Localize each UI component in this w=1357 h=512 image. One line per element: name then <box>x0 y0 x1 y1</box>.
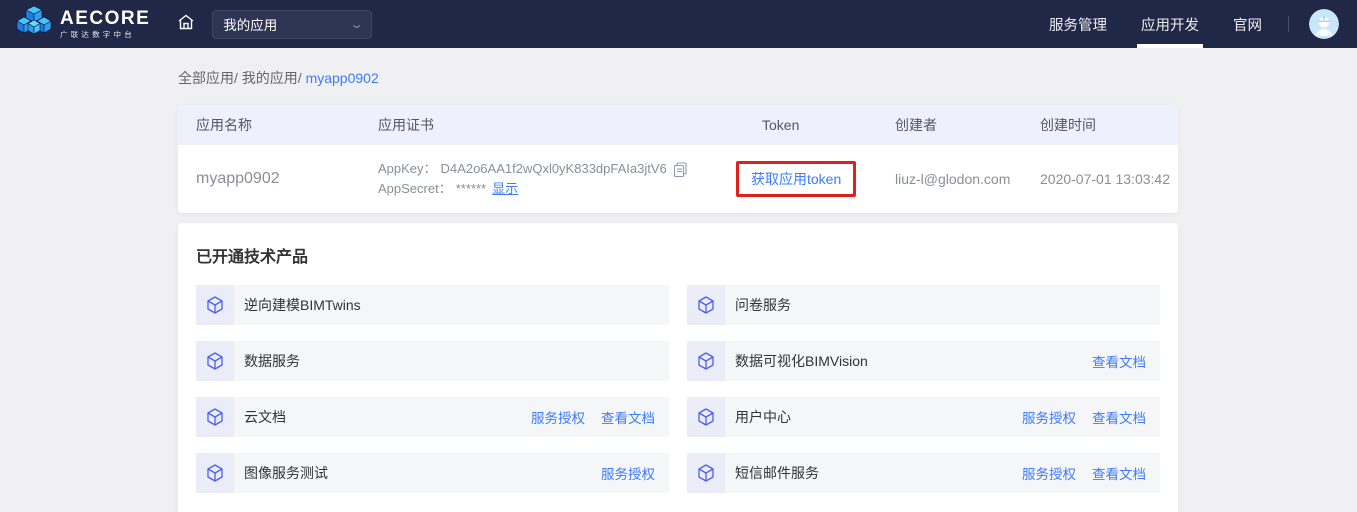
product-item-image-service-test[interactable]: 图像服务测试 服务授权 <box>196 453 669 493</box>
nav-item-service-mgmt[interactable]: 服务管理 <box>1049 0 1107 48</box>
logo-subtitle: 广联达数字中台 <box>60 31 150 39</box>
app-select-dropdown[interactable]: 我的应用 ⌄ <box>212 10 372 39</box>
cube-icon <box>687 285 725 325</box>
chevron-down-icon: ⌄ <box>349 18 364 31</box>
logo-title: AECORE <box>60 9 150 28</box>
product-name: 云文档 <box>244 407 286 427</box>
nav-item-app-dev[interactable]: 应用开发 <box>1141 0 1199 48</box>
appkey-label: AppKey： <box>378 159 437 179</box>
appkey-value: D4A2o6AA1f2wQxl0yK833dpFAIa3jtV6 <box>441 159 667 179</box>
cube-icon <box>687 453 725 493</box>
view-docs-link[interactable]: 查看文档 <box>601 407 655 427</box>
breadcrumb-current-app: myapp0902 <box>306 70 379 86</box>
breadcrumb-all-apps[interactable]: 全部应用/ <box>178 70 238 86</box>
cube-icon <box>687 397 725 437</box>
created-time-value: 2020-07-01 13:03:42 <box>1040 171 1178 187</box>
creator-value: liuz-l@glodon.com <box>895 171 1040 187</box>
appsecret-label: AppSecret： <box>378 179 452 199</box>
col-header-app-cert: 应用证书 <box>378 115 762 135</box>
logo-cubes-icon <box>16 5 52 44</box>
home-button[interactable] <box>176 12 196 37</box>
nav-item-official-site[interactable]: 官网 <box>1233 0 1262 48</box>
product-item-user-center[interactable]: 用户中心 服务授权 查看文档 <box>687 397 1160 437</box>
nav-menu: 服务管理 应用开发 官网 <box>1015 0 1339 48</box>
product-name: 数据可视化BIMVision <box>735 351 868 371</box>
product-name: 问卷服务 <box>735 295 791 315</box>
view-docs-link[interactable]: 查看文档 <box>1092 407 1146 427</box>
table-header: 应用名称 应用证书 Token 创建者 创建时间 <box>178 105 1178 145</box>
enabled-products-card: 已开通技术产品 逆向建模BIMTwins 问卷服务 数据服务 数据可视化BIMV… <box>178 223 1178 512</box>
service-auth-link[interactable]: 服务授权 <box>531 407 585 427</box>
breadcrumb: 全部应用/ 我的应用/ myapp0902 <box>178 68 1178 88</box>
app-select-value: 我的应用 <box>223 14 277 34</box>
token-cell: 获取应用token <box>736 161 895 197</box>
col-header-creator: 创建者 <box>895 115 1040 135</box>
main-content: 全部应用/ 我的应用/ myapp0902 应用名称 应用证书 Token 创建… <box>178 68 1178 512</box>
app-info-card: 应用名称 应用证书 Token 创建者 创建时间 myapp0902 AppKe… <box>178 105 1178 213</box>
cube-icon <box>196 397 234 437</box>
cube-icon <box>687 341 725 381</box>
red-highlight-box: 获取应用token <box>736 161 856 197</box>
product-item-sms-email[interactable]: 短信邮件服务 服务授权 查看文档 <box>687 453 1160 493</box>
product-item-data-service[interactable]: 数据服务 <box>196 341 669 381</box>
product-item-bimtwins[interactable]: 逆向建模BIMTwins <box>196 285 669 325</box>
product-name: 数据服务 <box>244 351 300 371</box>
product-name: 逆向建模BIMTwins <box>244 295 361 315</box>
products-grid: 逆向建模BIMTwins 问卷服务 数据服务 数据可视化BIMVision 查看… <box>196 285 1160 493</box>
copy-icon[interactable] <box>673 162 687 177</box>
product-item-survey[interactable]: 问卷服务 <box>687 285 1160 325</box>
product-name: 短信邮件服务 <box>735 463 819 483</box>
service-auth-link[interactable]: 服务授权 <box>601 463 655 483</box>
section-title: 已开通技术产品 <box>196 243 1160 267</box>
col-header-app-name: 应用名称 <box>196 115 378 135</box>
cube-icon <box>196 341 234 381</box>
home-icon <box>176 12 196 37</box>
view-docs-link[interactable]: 查看文档 <box>1092 463 1146 483</box>
user-avatar[interactable] <box>1309 9 1339 39</box>
app-cert-cell: AppKey：D4A2o6AA1f2wQxl0yK833dpFAIa3jtV6 … <box>378 159 762 199</box>
cube-icon <box>196 285 234 325</box>
product-item-bimvision[interactable]: 数据可视化BIMVision 查看文档 <box>687 341 1160 381</box>
nav-separator <box>1288 16 1289 32</box>
show-secret-link[interactable]: 显示 <box>492 179 518 199</box>
brand-logo[interactable]: AECORE 广联达数字中台 <box>16 5 150 44</box>
product-name: 用户中心 <box>735 407 791 427</box>
breadcrumb-my-apps[interactable]: 我的应用/ <box>242 70 302 86</box>
cube-icon <box>196 453 234 493</box>
col-header-created-time: 创建时间 <box>1040 115 1178 135</box>
col-header-token: Token <box>762 117 895 133</box>
get-app-token-link[interactable]: 获取应用token <box>751 171 841 187</box>
top-navbar: AECORE 广联达数字中台 我的应用 ⌄ 服务管理 应用开发 官网 <box>0 0 1357 48</box>
service-auth-link[interactable]: 服务授权 <box>1022 463 1076 483</box>
table-row: myapp0902 AppKey：D4A2o6AA1f2wQxl0yK833dp… <box>178 145 1178 213</box>
service-auth-link[interactable]: 服务授权 <box>1022 407 1076 427</box>
product-item-cloud-doc[interactable]: 云文档 服务授权 查看文档 <box>196 397 669 437</box>
appsecret-value: ****** <box>456 179 486 199</box>
app-name-value: myapp0902 <box>196 170 378 188</box>
view-docs-link[interactable]: 查看文档 <box>1092 351 1146 371</box>
product-name: 图像服务测试 <box>244 463 328 483</box>
